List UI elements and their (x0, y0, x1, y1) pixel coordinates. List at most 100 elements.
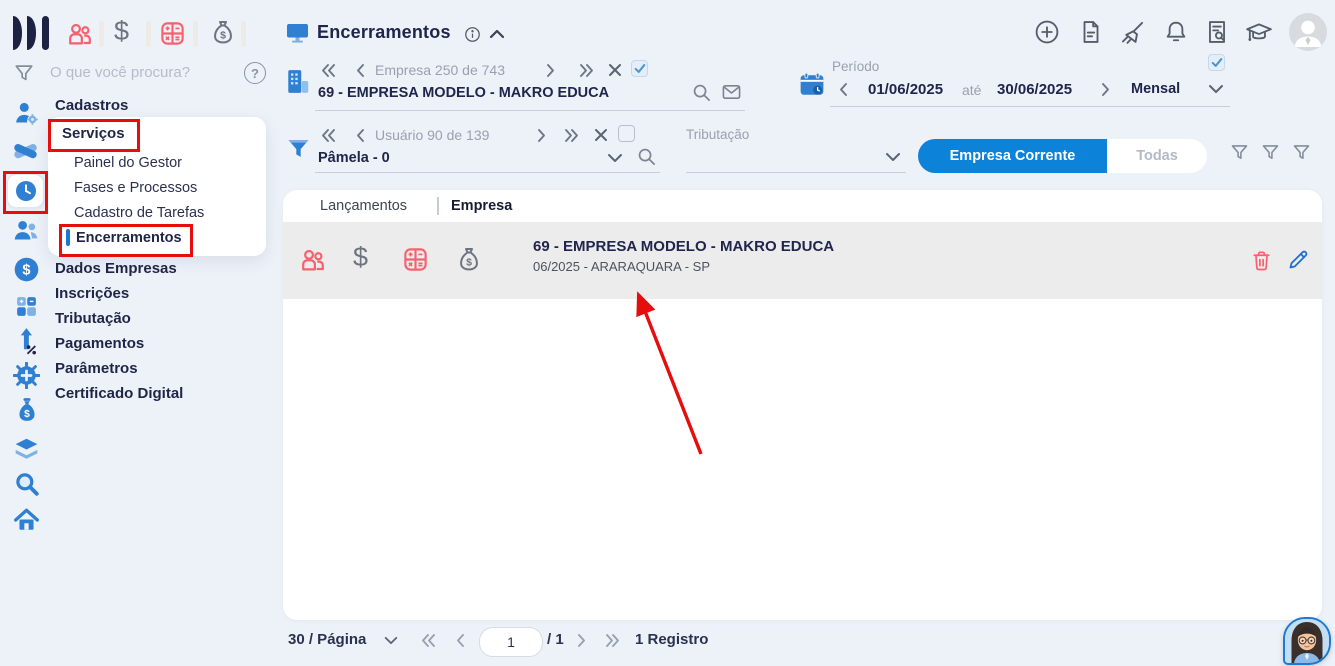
page-number-input[interactable] (479, 627, 543, 657)
sidebar-item-inscricoes[interactable]: Inscrições (55, 285, 129, 302)
calculator-blue-icon[interactable] (14, 294, 39, 319)
filter-1-icon[interactable] (1229, 142, 1250, 163)
periodo-date-from[interactable]: 01/06/2025 (868, 81, 943, 98)
empresa-corrente-button[interactable]: Empresa Corrente (918, 139, 1107, 173)
periodo-underline (830, 106, 1230, 107)
bell-icon[interactable] (1163, 19, 1189, 45)
pagination-last-icon[interactable] (604, 633, 621, 648)
periodo-next-icon[interactable] (1100, 82, 1111, 97)
tab-lancamentos[interactable]: Lançamentos (320, 198, 407, 214)
empresa-next-icon[interactable] (545, 63, 556, 78)
svg-text:$: $ (466, 256, 472, 268)
usuario-clear-icon[interactable] (594, 128, 608, 142)
pagination-first-icon[interactable] (420, 633, 437, 648)
gear-icon[interactable] (13, 362, 40, 389)
dollar-icon[interactable]: $ (114, 16, 129, 47)
clock-sidebar-icon[interactable] (7, 174, 44, 208)
search-input[interactable] (48, 63, 222, 82)
edit-pencil-icon[interactable] (1287, 249, 1309, 271)
empresa-checkbox[interactable] (631, 60, 648, 77)
periodo-mode-chevron-icon[interactable] (1207, 83, 1225, 95)
empresa-last-icon[interactable] (578, 63, 595, 78)
page-size-chevron-icon[interactable] (383, 635, 399, 646)
sidebar-item-cadastro-de-tarefas[interactable]: Cadastro de Tarefas (74, 205, 204, 221)
tributacao-chevron-icon[interactable] (884, 151, 902, 163)
empresa-value: 69 - EMPRESA MODELO - MAKRO EDUCA (318, 85, 609, 101)
sidebar-item-fases-e-processos[interactable]: Fases e Processos (74, 180, 197, 196)
search-blue-icon[interactable] (14, 471, 40, 497)
monitor-icon (285, 21, 310, 45)
topbar-divider (241, 21, 246, 47)
dollar-icon[interactable]: $ (353, 242, 368, 273)
sidebar-item-tributacao[interactable]: Tributação (55, 310, 131, 327)
record-title: 69 - EMPRESA MODELO - MAKRO EDUCA (533, 238, 834, 255)
sidebar-item-dados-empresas[interactable]: Dados Empresas (55, 260, 177, 277)
plus-circle-icon[interactable] (1034, 19, 1060, 45)
info-icon[interactable] (464, 26, 481, 43)
sidebar-item-servicos[interactable]: Serviços (62, 125, 125, 142)
app-logo[interactable] (10, 15, 52, 51)
usuario-first-icon[interactable] (320, 128, 337, 143)
user-filter-funnel-icon[interactable] (286, 136, 311, 161)
sidebar-item-certificado-digital[interactable]: Certificado Digital (55, 385, 183, 402)
delete-icon[interactable] (1251, 250, 1272, 272)
empresa-counter: Empresa 250 de 743 (375, 62, 505, 78)
moneybag-icon[interactable]: $ (209, 18, 237, 46)
users-icon[interactable] (12, 217, 40, 244)
usuario-checkbox[interactable] (618, 125, 635, 142)
periodo-date-to[interactable]: 30/06/2025 (997, 81, 1072, 98)
periodo-mode-select[interactable]: Mensal (1131, 81, 1180, 97)
sidebar-item-parametros[interactable]: Parâmetros (55, 360, 138, 377)
sidebar-item-cadastros[interactable]: Cadastros (55, 97, 128, 114)
calculator-icon[interactable] (159, 20, 186, 47)
page-title: Encerramentos (317, 22, 451, 43)
usuario-dropdown-chevron-icon[interactable] (606, 152, 624, 164)
empresa-first-icon[interactable] (320, 63, 337, 78)
periodo-prev-icon[interactable] (838, 82, 849, 97)
home-icon[interactable] (13, 507, 40, 533)
calculator-icon[interactable] (402, 246, 429, 273)
document-icon[interactable] (1078, 19, 1104, 45)
moneybag-blue-icon[interactable]: $ (14, 397, 40, 425)
empresa-prev-icon[interactable] (355, 63, 366, 78)
topbar-divider (146, 21, 151, 47)
usuario-underline (315, 172, 660, 173)
record-row[interactable]: $ $ 69 - EMPRESA MODELO - MAKRO EDUCA 06… (283, 222, 1322, 299)
usuario-next-icon[interactable] (536, 128, 547, 143)
handshake-icon[interactable] (11, 138, 40, 164)
tab-divider (437, 197, 439, 215)
sidebar-item-painel-do-gestor[interactable]: Painel do Gestor (74, 155, 182, 171)
people-icon[interactable] (299, 246, 327, 274)
filter-2-icon[interactable] (1260, 142, 1281, 163)
user-avatar[interactable] (1289, 13, 1327, 51)
broom-icon[interactable] (1119, 19, 1146, 46)
empresa-search-icon[interactable] (692, 83, 711, 102)
sidebar-item-encerramentos[interactable]: Encerramentos (76, 230, 182, 246)
periodo-checkbox[interactable] (1208, 54, 1225, 71)
empresa-clear-icon[interactable] (608, 63, 622, 77)
tributacao-label: Tributação (686, 127, 749, 142)
todas-button[interactable]: Todas (1107, 139, 1207, 173)
tab-empresa[interactable]: Empresa (451, 198, 512, 214)
tax-increase-icon[interactable] (15, 327, 40, 356)
graduation-cap-icon[interactable] (1245, 20, 1273, 46)
filter-3-icon[interactable] (1291, 142, 1312, 163)
layers-icon[interactable] (13, 436, 40, 462)
help-icon[interactable]: ? (244, 62, 266, 84)
usuario-prev-icon[interactable] (355, 128, 366, 143)
document-search-icon[interactable] (1204, 19, 1230, 45)
sidebar-item-pagamentos[interactable]: Pagamentos (55, 335, 144, 352)
usuario-search-icon[interactable] (637, 147, 656, 166)
usuario-last-icon[interactable] (563, 128, 580, 143)
dollar-circle-icon[interactable]: $ (13, 256, 40, 283)
moneybag-icon[interactable]: $ (455, 245, 483, 273)
collapse-chevron-up-icon[interactable] (488, 27, 506, 41)
person-settings-icon[interactable] (13, 100, 40, 127)
email-icon[interactable] (722, 84, 741, 100)
pagination-prev-icon[interactable] (455, 633, 466, 648)
pagination-next-icon[interactable] (576, 633, 587, 648)
assistant-chat-avatar[interactable] (1283, 617, 1331, 665)
usuario-counter: Usuário 90 de 139 (375, 127, 489, 143)
people-icon[interactable] (66, 20, 94, 48)
filter-funnel-icon[interactable] (13, 62, 35, 84)
